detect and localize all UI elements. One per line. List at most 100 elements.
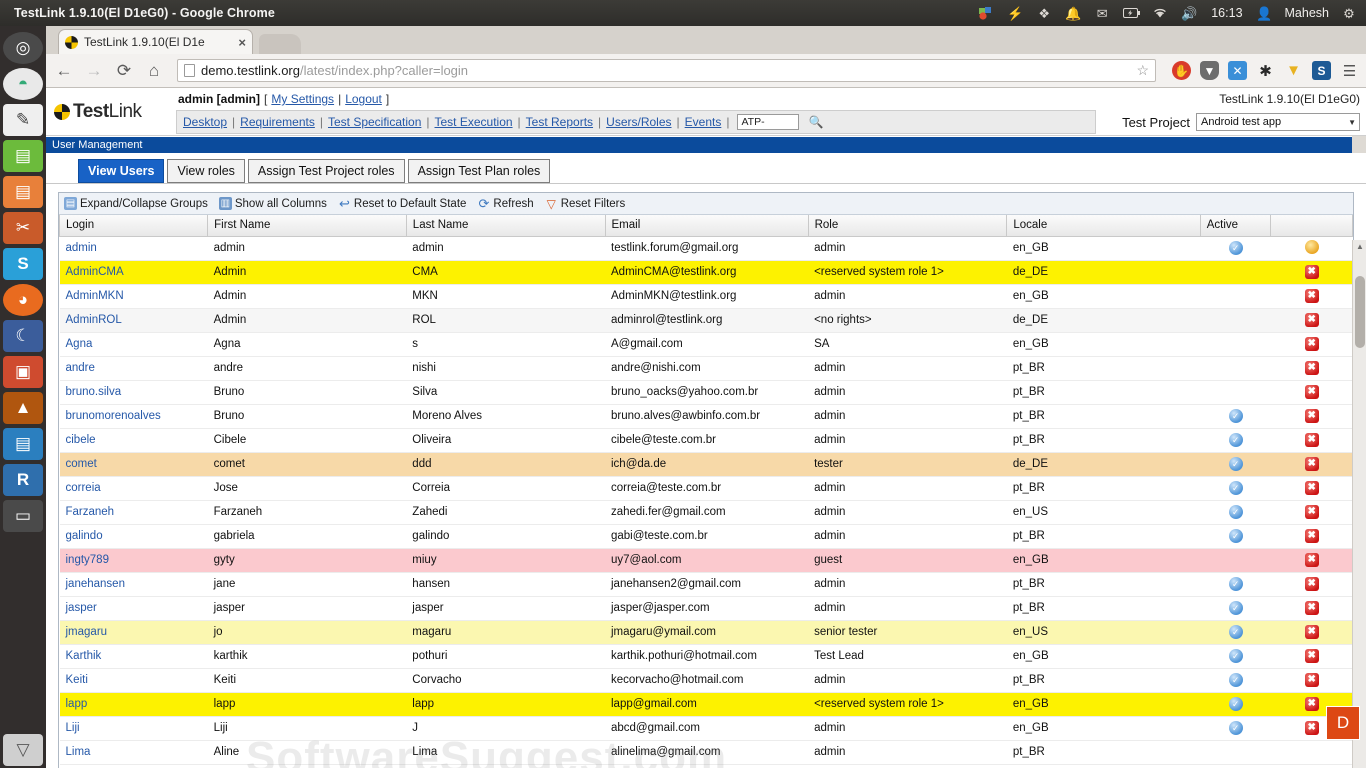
- delete-user-icon[interactable]: ✖: [1305, 649, 1319, 663]
- user-login-link[interactable]: Farzaneh: [66, 506, 115, 518]
- tab-assign-test-project-roles[interactable]: Assign Test Project roles: [248, 159, 405, 183]
- launcher-night-icon[interactable]: ☾: [3, 320, 43, 352]
- launcher-software-center-icon[interactable]: ▲: [3, 392, 43, 424]
- cell-login[interactable]: galindo: [60, 524, 208, 548]
- col-last-name[interactable]: Last Name: [406, 215, 605, 236]
- launcher-text-editor-icon[interactable]: ✎: [3, 104, 43, 136]
- table-row[interactable]: lapplapplapplapp@gmail.com<reserved syst…: [60, 692, 1353, 716]
- user-login-link[interactable]: Agna: [66, 338, 93, 350]
- user-login-link[interactable]: andre: [66, 362, 95, 374]
- delete-user-icon[interactable]: ✖: [1305, 673, 1319, 687]
- launcher-files-icon[interactable]: ▤: [3, 176, 43, 208]
- delete-user-icon[interactable]: ✖: [1305, 433, 1319, 447]
- table-row[interactable]: cometcometdddich@da.detesterde_DE✓✖: [60, 452, 1353, 476]
- table-row[interactable]: jmagarujomagarujmagaru@ymail.comsenior t…: [60, 620, 1353, 644]
- action-show-all-columns[interactable]: ▥ Show all Columns: [219, 197, 333, 210]
- back-icon[interactable]: ←: [53, 60, 75, 82]
- cell-login[interactable]: lapp: [60, 692, 208, 716]
- address-bar[interactable]: demo.testlink.org/latest/index.php?calle…: [177, 59, 1156, 82]
- delete-user-icon[interactable]: ✖: [1305, 457, 1319, 471]
- forward-icon[interactable]: →: [83, 60, 105, 82]
- reload-icon[interactable]: ⟳: [113, 60, 135, 82]
- volume-icon[interactable]: 🔊: [1180, 4, 1198, 22]
- delete-user-icon[interactable]: ✖: [1305, 409, 1319, 423]
- cell-action-icon[interactable]: ✖: [1271, 620, 1353, 644]
- page-info-icon[interactable]: [184, 64, 195, 77]
- cell-login[interactable]: Lima: [60, 740, 208, 764]
- table-row[interactable]: cibeleCibeleOliveiracibele@teste.com.bra…: [60, 428, 1353, 452]
- page-scrollbar[interactable]: ▲ ▼: [1352, 240, 1366, 768]
- cell-action-icon[interactable]: ✖: [1271, 380, 1353, 404]
- cell-login[interactable]: Liji: [60, 716, 208, 740]
- col-active[interactable]: Active: [1200, 215, 1271, 236]
- user-login-link[interactable]: AdminMKN: [66, 290, 124, 302]
- xmind-icon[interactable]: ✕: [1228, 61, 1247, 80]
- snagit-icon[interactable]: S: [1312, 61, 1331, 80]
- action-expand-collapse-groups[interactable]: ▤ Expand/Collapse Groups: [64, 197, 214, 210]
- cell-login[interactable]: cibele: [60, 428, 208, 452]
- user-login-link[interactable]: Karthik: [66, 650, 102, 662]
- cell-login[interactable]: Agna: [60, 332, 208, 356]
- table-row[interactable]: FarzanehFarzanehZahedizahedi.fer@gmail.c…: [60, 500, 1353, 524]
- delete-user-icon[interactable]: ✖: [1305, 313, 1319, 327]
- table-row[interactable]: janehansenjanehansenjanehansen2@gmail.co…: [60, 572, 1353, 596]
- cell-action-icon[interactable]: ✖: [1271, 500, 1353, 524]
- delete-user-icon[interactable]: ✖: [1305, 481, 1319, 495]
- scroll-up-icon[interactable]: ▲: [1353, 240, 1366, 254]
- table-row[interactable]: ingty789gytymiuyuy7@aol.comguesten_GB✖: [60, 548, 1353, 572]
- gear-icon[interactable]: ⚙: [1340, 4, 1358, 22]
- bell-icon[interactable]: 🔔: [1064, 4, 1082, 22]
- table-row[interactable]: LijiLijiJabcd@gmail.comadminen_GB✓✖: [60, 716, 1353, 740]
- user-avatar-icon[interactable]: 👤: [1256, 4, 1274, 22]
- user-login-link[interactable]: ingty789: [66, 554, 109, 566]
- user-login-link[interactable]: galindo: [66, 530, 103, 542]
- cell-action-icon[interactable]: ✖: [1271, 644, 1353, 668]
- menu-item-desktop[interactable]: Desktop: [183, 115, 227, 129]
- tab-view-users[interactable]: View Users: [78, 159, 164, 183]
- user-login-link[interactable]: correia: [66, 482, 101, 494]
- user-login-link[interactable]: Liji: [66, 722, 80, 734]
- cell-login[interactable]: janehansen: [60, 572, 208, 596]
- mail-icon[interactable]: ✉: [1093, 4, 1111, 22]
- menu-item-requirements[interactable]: Requirements: [240, 115, 315, 129]
- user-login-link[interactable]: AdminCMA: [66, 266, 124, 278]
- session-username[interactable]: Mahesh: [1285, 6, 1329, 20]
- my-settings-link[interactable]: My Settings: [271, 92, 334, 106]
- table-row[interactable]: KeitiKeitiCorvachokecorvacho@hotmail.com…: [60, 668, 1353, 692]
- user-login-link[interactable]: comet: [66, 458, 97, 470]
- search-icon[interactable]: 🔍: [808, 115, 823, 129]
- delete-user-icon[interactable]: ✖: [1305, 697, 1319, 711]
- wifi-icon[interactable]: [1151, 4, 1169, 22]
- table-row[interactable]: AdminCMAAdminCMAAdminCMA@testlink.org<re…: [60, 260, 1353, 284]
- col-role[interactable]: Role: [808, 215, 1007, 236]
- cell-action-icon[interactable]: ✖: [1271, 260, 1353, 284]
- cell-login[interactable]: andre: [60, 356, 208, 380]
- cell-action-icon[interactable]: ✖: [1271, 668, 1353, 692]
- adblock-icon[interactable]: ✋: [1172, 61, 1191, 80]
- cell-action-icon[interactable]: [1271, 740, 1353, 764]
- table-row[interactable]: jasperjasperjasperjasper@jasper.comadmin…: [60, 596, 1353, 620]
- chrome-menu-icon[interactable]: ☰: [1340, 61, 1359, 80]
- close-icon[interactable]: ×: [238, 35, 246, 50]
- cell-login[interactable]: comet: [60, 452, 208, 476]
- cell-login[interactable]: ingty789: [60, 548, 208, 572]
- cell-action-icon[interactable]: ✖: [1271, 308, 1353, 332]
- settings-gear-icon[interactable]: ✱: [1256, 61, 1275, 80]
- lastpass-icon[interactable]: ▼: [1200, 61, 1219, 80]
- menu-item-test-execution[interactable]: Test Execution: [435, 115, 513, 129]
- cell-action-icon[interactable]: ✖: [1271, 284, 1353, 308]
- cell-action-icon[interactable]: ✖: [1271, 524, 1353, 548]
- table-row[interactable]: bruno.silvaBrunoSilvabruno_oacks@yahoo.c…: [60, 380, 1353, 404]
- user-login-link[interactable]: jasper: [66, 602, 97, 614]
- action-reset-filters[interactable]: ▽ Reset Filters: [545, 197, 632, 210]
- user-login-link[interactable]: bruno.silva: [66, 386, 122, 398]
- delete-user-icon[interactable]: ✖: [1305, 265, 1319, 279]
- user-login-link[interactable]: brunomorenoalves: [66, 410, 161, 422]
- cell-login[interactable]: Keiti: [60, 668, 208, 692]
- user-login-link[interactable]: AdminROL: [66, 314, 122, 326]
- launcher-dash-icon[interactable]: ◎: [3, 32, 43, 64]
- home-icon[interactable]: ⌂: [143, 60, 165, 82]
- cell-action-icon[interactable]: ✖: [1271, 548, 1353, 572]
- table-row[interactable]: Karthikkarthikpothurikarthik.pothuri@hot…: [60, 644, 1353, 668]
- table-row[interactable]: AgnaAgnasA@gmail.comSAen_GB✖: [60, 332, 1353, 356]
